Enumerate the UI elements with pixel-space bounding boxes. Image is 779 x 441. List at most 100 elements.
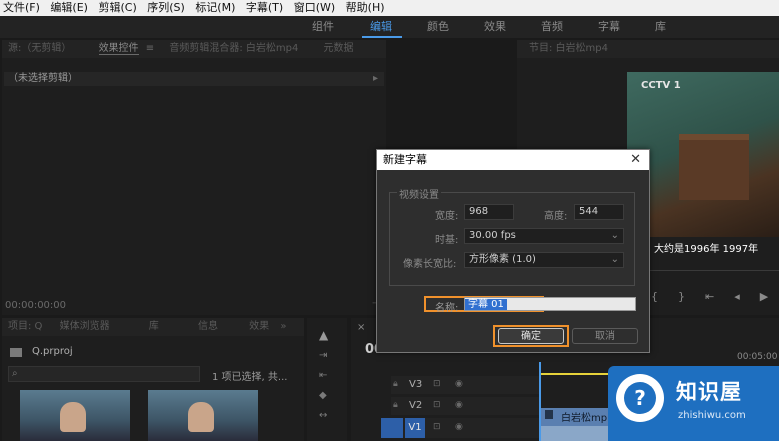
menu-window[interactable]: 窗口(W) <box>294 1 335 14</box>
source-timecode[interactable]: 00:00:00:00 <box>5 300 66 311</box>
workspace-effects[interactable]: 效果 <box>484 16 506 38</box>
video-subtitle: 大约是1996年 1997年 <box>654 244 759 255</box>
workspace-libraries[interactable]: 库 <box>655 16 666 38</box>
clip-label: 白岩松mp <box>561 413 608 424</box>
tab-effects[interactable]: 效果 <box>249 321 269 332</box>
track-header-v3: 🔒︎ V3 ⊡ ◉ <box>391 376 539 394</box>
tab-source[interactable]: 源:（无剪辑） <box>8 43 71 54</box>
height-input[interactable]: 544 <box>574 204 624 220</box>
tab-project[interactable]: 项目: Q <box>8 321 42 332</box>
sync-lock-icon[interactable]: ⊡ <box>433 422 441 432</box>
close-icon[interactable]: ✕ <box>630 150 641 170</box>
timebase-label: 时基: <box>435 235 459 246</box>
menu-bar: 文件(F) 编辑(E) 剪辑(C) 序列(S) 标记(M) 字幕(T) 窗口(W… <box>0 0 779 16</box>
ripple-edit-icon[interactable]: ⇤ <box>319 370 327 381</box>
track-select-icon[interactable]: ⇥ <box>319 350 327 361</box>
play-small-icon[interactable]: ▸ <box>373 72 378 86</box>
project-file-name: Q.prproj <box>32 346 73 357</box>
tab-audio-mixer[interactable]: 音频剪辑混合器: 白岩松mp4 <box>169 43 298 54</box>
name-label: 名称: <box>435 303 459 314</box>
eye-icon[interactable]: ◉ <box>455 400 463 410</box>
project-panel: 项目: Q 媒体浏览器 库 信息 效果 » Q.prproj ⌕ 1 项已选择,… <box>2 318 304 441</box>
slip-icon[interactable]: ↔ <box>319 410 327 421</box>
dialog-titlebar: 新建字幕 ✕ <box>377 150 649 170</box>
project-panel-tabs: 项目: Q 媒体浏览器 库 信息 效果 » <box>2 318 304 336</box>
name-input[interactable]: 字幕 01 <box>464 297 636 311</box>
chevron-down-icon: ⌄ <box>610 254 619 265</box>
tab-libraries[interactable]: 库 <box>149 321 159 332</box>
workspace-captions[interactable]: 字幕 <box>598 16 620 38</box>
go-to-in-icon[interactable]: ⇤ <box>705 290 734 303</box>
mark-in-icon[interactable]: { <box>651 290 678 303</box>
ok-button[interactable]: 确定 <box>498 328 564 344</box>
tab-media-browser[interactable]: 媒体浏览器 <box>60 321 110 332</box>
clip-fx-icon <box>545 410 553 419</box>
track-header-v2: 🔒︎ V2 ⊡ ◉ <box>391 397 539 415</box>
workspace-bar: 组件 编辑 颜色 效果 音频 字幕 库 <box>0 16 779 38</box>
selection-tool-icon[interactable]: ▲ <box>319 328 328 342</box>
workspace-color[interactable]: 颜色 <box>427 16 449 38</box>
timeline-close-icon[interactable]: × <box>357 322 365 333</box>
menu-sequence[interactable]: 序列(S) <box>147 1 185 14</box>
project-search-input[interactable]: ⌕ <box>8 366 200 382</box>
step-back-icon[interactable]: ◂ <box>734 290 760 303</box>
question-mark-icon: ? <box>624 382 656 414</box>
menu-edit[interactable]: 编辑(E) <box>50 1 88 14</box>
dialog-title: 新建字幕 <box>383 153 427 166</box>
mark-out-icon[interactable]: } <box>678 290 705 303</box>
selection-status: 1 项已选择, 共... <box>212 372 288 383</box>
watermark-title: 知识屋 <box>676 380 742 404</box>
no-clip-label: （未选择剪辑） <box>8 73 78 84</box>
menu-file[interactable]: 文件(F) <box>3 1 40 14</box>
watermark-logo-icon: ? <box>616 374 664 422</box>
tab-effect-controls[interactable]: 效果控件 <box>98 43 139 55</box>
height-label: 高度: <box>544 211 568 222</box>
tab-info[interactable]: 信息 <box>198 321 218 332</box>
source-patch-v1[interactable] <box>381 418 403 438</box>
width-input[interactable]: 968 <box>464 204 514 220</box>
watermark-url: zhishiwu.com <box>678 410 746 421</box>
razor-icon[interactable]: ◆ <box>319 390 327 401</box>
workspace-audio[interactable]: 音频 <box>541 16 563 38</box>
play-icon[interactable]: ▶ <box>760 290 779 303</box>
timebase-select[interactable]: 30.00 fps ⌄ <box>464 228 624 244</box>
clip-thumbnail-1[interactable] <box>20 390 130 441</box>
lock-icon[interactable]: 🔒︎ <box>393 379 398 389</box>
tools-panel: ▲ ⇥ ⇤ ◆ ↔ <box>307 318 347 441</box>
workspace-editing[interactable]: 编辑 <box>370 16 392 38</box>
track-label-v1[interactable]: V1 <box>405 418 425 438</box>
ruler-time-label: 00:05:00 <box>737 352 778 362</box>
track-header-v1: V1 ⊡ ◉ <box>381 418 539 438</box>
source-panel-tabs: 源:（无剪辑） 效果控件 ≡ 音频剪辑混合器: 白岩松mp4 元数据 <box>2 40 386 58</box>
panel-menu-icon[interactable]: ≡ <box>146 43 154 54</box>
sync-lock-icon[interactable]: ⊡ <box>433 400 441 410</box>
eye-icon[interactable]: ◉ <box>455 379 463 389</box>
menu-clip[interactable]: 剪辑(C) <box>98 1 136 14</box>
panel-overflow-icon[interactable]: » <box>280 321 286 332</box>
cancel-button[interactable]: 取消 <box>572 328 638 344</box>
clip-thumbnail-2[interactable] <box>148 390 258 441</box>
eye-icon[interactable]: ◉ <box>455 422 463 432</box>
lock-icon[interactable]: 🔒︎ <box>393 400 398 410</box>
timebase-value: 30.00 fps <box>469 230 516 241</box>
no-clip-bar: （未选择剪辑） ▸ <box>4 72 384 86</box>
watermark: ? 知识屋 zhishiwu.com <box>608 366 779 441</box>
workspace-assembly[interactable]: 组件 <box>312 16 334 38</box>
track-headers: 🔒︎ V3 ⊡ ◉ 🔒︎ V2 ⊡ ◉ V1 ⊡ ◉ <box>381 374 539 441</box>
chevron-down-icon: ⌄ <box>610 230 619 241</box>
track-label-v2: V2 <box>409 400 423 411</box>
table-shape <box>679 134 749 200</box>
source-panel: 源:（无剪辑） 效果控件 ≡ 音频剪辑混合器: 白岩松mp4 元数据 （未选择剪… <box>2 40 386 315</box>
search-icon: ⌕ <box>12 368 18 379</box>
menu-help[interactable]: 帮助(H) <box>346 1 385 14</box>
sync-lock-icon[interactable]: ⊡ <box>433 379 441 389</box>
menu-marker[interactable]: 标记(M) <box>195 1 235 14</box>
transport-controls: {}⇤◂▶ <box>651 290 779 303</box>
menu-title[interactable]: 字幕(T) <box>246 1 283 14</box>
width-label: 宽度: <box>435 211 459 222</box>
pixel-aspect-select[interactable]: 方形像素 (1.0) ⌄ <box>464 252 624 268</box>
active-workspace-underline <box>362 36 402 38</box>
tab-metadata[interactable]: 元数据 <box>324 43 354 54</box>
channel-logo: CCTV 1 <box>641 80 681 91</box>
new-title-dialog: 新建字幕 ✕ 视频设置 宽度: 968 高度: 544 时基: 30.00 fp… <box>376 149 650 353</box>
